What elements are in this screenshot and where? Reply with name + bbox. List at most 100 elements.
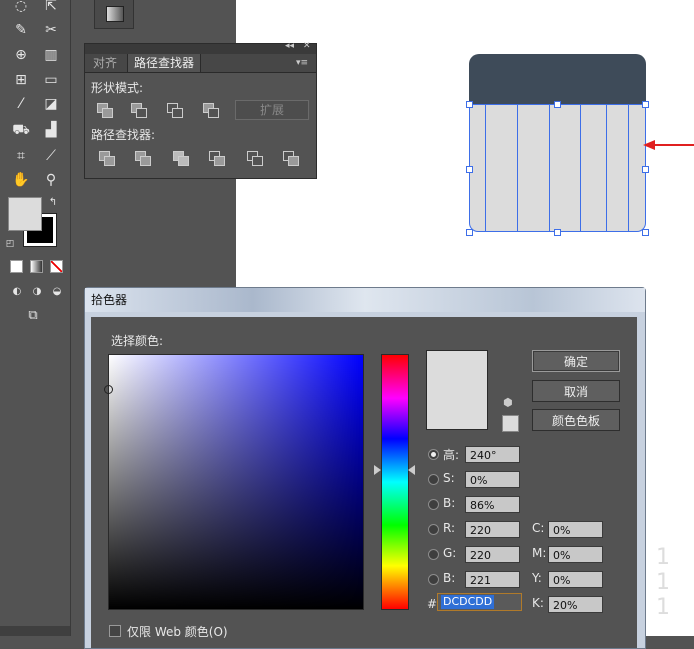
cyan-field[interactable]: 0% — [548, 521, 603, 538]
hex-field[interactable]: DCDCDD — [437, 593, 522, 611]
warp-icon[interactable]: ✂ — [40, 20, 62, 40]
collapse-icon[interactable]: ◂◂ — [285, 41, 294, 51]
shape-builder-icon[interactable]: ⊕ — [10, 45, 32, 65]
outline-icon[interactable] — [247, 151, 263, 166]
selection-handle[interactable] — [554, 101, 561, 108]
selection-handle[interactable] — [466, 101, 473, 108]
blue-label: B: — [443, 571, 456, 585]
draw-behind-icon[interactable]: ◑ — [26, 282, 48, 302]
panel-menu-icon[interactable]: ▾≡ — [290, 54, 314, 72]
selection-handle[interactable] — [642, 229, 649, 236]
gradient-panel-button[interactable] — [94, 0, 134, 29]
crop-icon[interactable] — [209, 151, 225, 166]
trim-icon[interactable] — [135, 151, 151, 166]
tab-pathfinder[interactable]: 路径查找器 — [127, 54, 202, 72]
tab-align[interactable]: 对齐 — [87, 54, 123, 72]
hue-slider-right-handle[interactable] — [408, 465, 415, 475]
status-bar — [0, 626, 70, 636]
eraser-icon[interactable]: ✎ — [10, 20, 32, 40]
column-graph-icon[interactable]: ▟ — [40, 120, 62, 140]
fill-color-swatch[interactable] — [8, 197, 42, 231]
default-colors-icon[interactable]: ◰ — [4, 234, 16, 254]
draw-normal-icon[interactable]: ◐ — [6, 282, 28, 302]
red-arrow-line — [654, 144, 694, 146]
saturation-radio[interactable] — [428, 474, 439, 485]
tools-panel: ◌ ⇱ ✎ ✂ ⊕ ▥ ⊞ ▭ ⁄ ◪ ⛟ ▟ ⌗ ⟋ ✋ ⚲ ↰ ◰ ◐ ◑ … — [0, 0, 71, 636]
magenta-field[interactable]: 0% — [548, 546, 603, 563]
jar-body-shape[interactable] — [469, 104, 646, 232]
blue-radio[interactable] — [428, 574, 439, 585]
cyan-label: C: — [532, 521, 545, 535]
blend-icon[interactable]: ◪ — [40, 94, 62, 114]
hue-slider-left-handle[interactable] — [374, 465, 381, 475]
stripe-line — [517, 104, 518, 232]
symbol-sprayer-icon[interactable]: ⛟ — [10, 120, 32, 140]
merge-icon[interactable] — [173, 151, 189, 166]
hue-field[interactable]: 240° — [465, 446, 520, 463]
blue-field[interactable]: 221 — [465, 571, 520, 588]
hand-icon[interactable]: ✋ — [10, 170, 32, 190]
green-field[interactable]: 220 — [465, 546, 520, 563]
web-safe-cube-icon[interactable]: ⬢ — [503, 397, 515, 409]
black-field[interactable]: 20% — [548, 596, 603, 613]
stripe-line — [580, 104, 581, 232]
divide-icon[interactable] — [99, 151, 115, 166]
yellow-field[interactable]: 0% — [548, 571, 603, 588]
red-arrow-head — [643, 140, 655, 150]
dialog-title[interactable]: 拾色器 — [85, 288, 645, 312]
screen-mode-icon[interactable]: ⧉ — [22, 306, 44, 326]
selection-handle[interactable] — [642, 101, 649, 108]
close-icon[interactable]: ✕ — [303, 41, 311, 51]
mesh-icon[interactable]: ⊞ — [10, 70, 32, 90]
minus-back-icon[interactable] — [283, 151, 299, 166]
free-transform-icon[interactable]: ⇱ — [40, 0, 62, 16]
draw-inside-icon[interactable]: ◒ — [46, 282, 68, 302]
artboard-icon[interactable]: ⌗ — [10, 146, 32, 166]
expand-button[interactable]: 扩展 — [235, 100, 309, 120]
ok-button[interactable]: 确定 — [532, 350, 620, 372]
saturation-brightness-field[interactable] — [104, 354, 364, 610]
selection-handle[interactable] — [466, 166, 473, 173]
green-radio[interactable] — [428, 549, 439, 560]
stripe-line — [628, 104, 629, 232]
selection-handle[interactable] — [554, 229, 561, 236]
web-only-label: 仅限 Web 颜色(O) — [127, 625, 228, 639]
intersect-icon[interactable] — [167, 103, 183, 118]
eyedropper-icon[interactable]: ⁄ — [10, 94, 32, 114]
unite-icon[interactable] — [97, 103, 113, 118]
cancel-button[interactable]: 取消 — [532, 380, 620, 402]
lasso-icon[interactable]: ◌ — [10, 0, 32, 16]
perspective-icon[interactable]: ▥ — [40, 45, 62, 65]
selection-handle[interactable] — [466, 229, 473, 236]
hue-label: 高: — [443, 448, 460, 462]
web-safe-swatch[interactable] — [502, 415, 519, 432]
jar-lid-shape[interactable] — [469, 54, 646, 104]
green-label: G: — [443, 546, 457, 560]
stripe-line — [606, 104, 607, 232]
selection-handle[interactable] — [642, 166, 649, 173]
magenta-label: M: — [532, 546, 547, 560]
color-mode-icon[interactable] — [10, 260, 23, 273]
hue-radio[interactable] — [428, 449, 439, 460]
zoom-icon[interactable]: ⚲ — [40, 170, 62, 190]
saturation-label: S: — [443, 471, 455, 485]
red-radio[interactable] — [428, 524, 439, 535]
color-swatches-button[interactable]: 颜色色板 — [532, 409, 620, 431]
gradient-mode-icon[interactable] — [30, 260, 43, 273]
slice-icon[interactable]: ⟋ — [40, 146, 62, 166]
gradient-icon[interactable]: ▭ — [40, 70, 62, 90]
canvas-marks: 1 1 1 — [656, 545, 676, 620]
brightness-field[interactable]: 86% — [465, 496, 520, 513]
minus-front-icon[interactable] — [131, 103, 147, 118]
swap-colors-icon[interactable]: ↰ — [46, 193, 60, 213]
color-cursor[interactable] — [104, 385, 113, 394]
exclude-icon[interactable] — [203, 103, 219, 118]
web-only-checkbox[interactable] — [109, 625, 121, 637]
hex-value: DCDCDD — [441, 595, 495, 609]
none-mode-icon[interactable] — [50, 260, 63, 273]
stripe-line — [485, 104, 486, 232]
red-field[interactable]: 220 — [465, 521, 520, 538]
saturation-field[interactable]: 0% — [465, 471, 520, 488]
hue-slider[interactable] — [381, 354, 409, 610]
brightness-radio[interactable] — [428, 499, 439, 510]
